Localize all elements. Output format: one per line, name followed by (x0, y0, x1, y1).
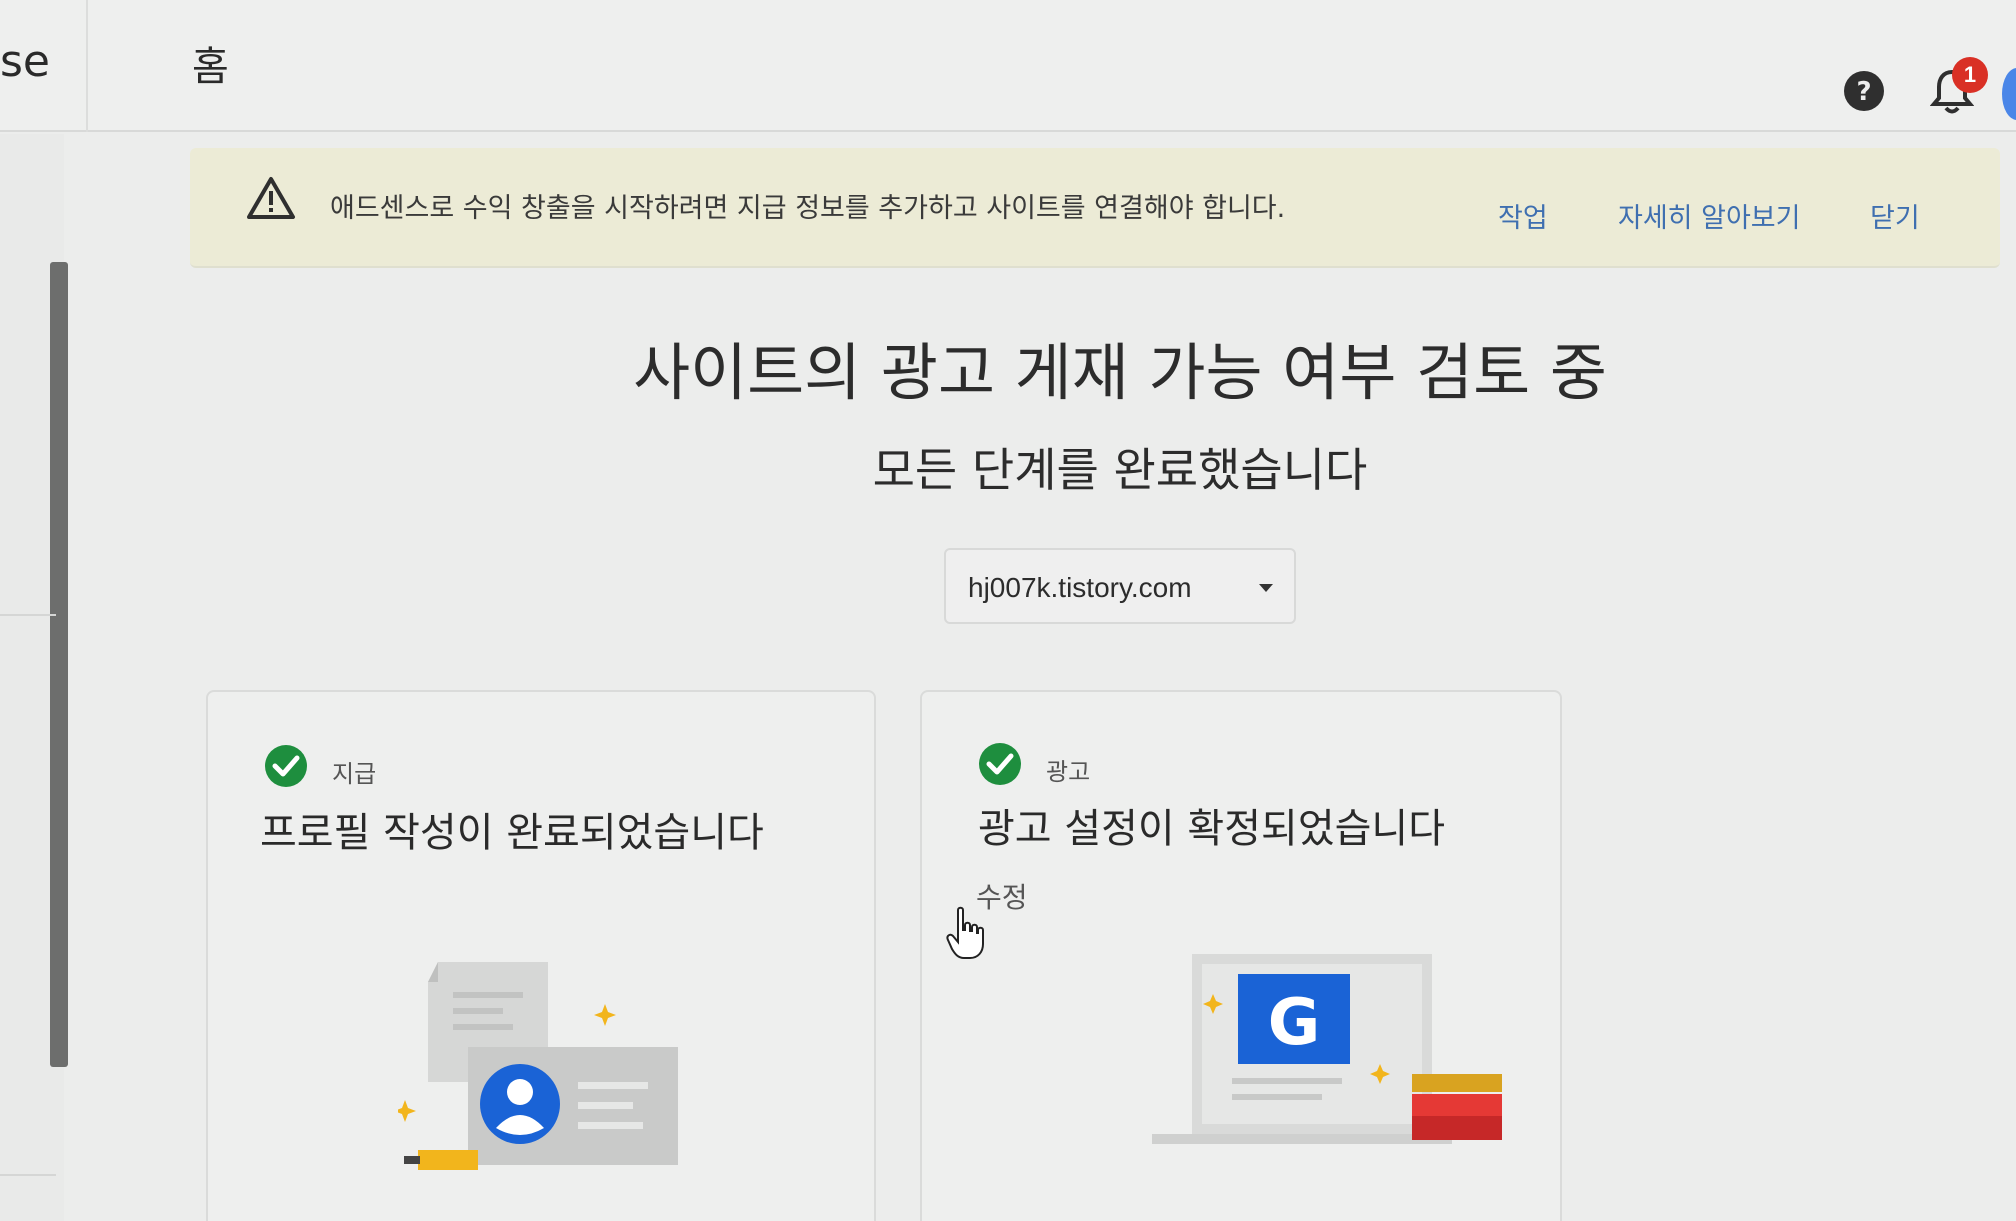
help-icon[interactable]: ? (1843, 70, 1885, 112)
check-circle-icon (979, 743, 1021, 785)
hand-cursor-icon (946, 906, 984, 959)
close-banner-button[interactable]: 닫기 (1870, 196, 1920, 235)
site-selector-value: hj007k.tistory.com (968, 572, 1192, 603)
nav-divider (0, 614, 56, 616)
product-logo-fragment[interactable]: se (0, 36, 50, 87)
svg-text:G: G (1268, 986, 1321, 1060)
profile-document-illustration (398, 962, 678, 1170)
banner-message: 애드센스로 수익 창출을 시작하려면 지급 정보를 추가하고 사이트를 연결해야… (330, 193, 1286, 224)
step-label: 지급 (332, 760, 377, 788)
ads-step-card: 광고 광고 설정이 확정되었습니다 수정 G (920, 690, 1562, 1221)
chevron-down-icon (1259, 584, 1273, 592)
completion-subheading: 모든 단계를 완료했습니다 (872, 443, 1368, 497)
notification-badge: 1 (1952, 57, 1988, 93)
check-circle-icon (265, 745, 307, 787)
page-title: 홈 (192, 44, 229, 90)
side-navigation (0, 134, 68, 1221)
review-status-heading: 사이트의 광고 게재 가능 여부 검토 중 (633, 336, 1607, 409)
payments-step-card: 지급 프로필 작성이 완료되었습니다 (206, 690, 876, 1221)
step-title: 프로필 작성이 완료되었습니다 (260, 810, 764, 856)
nav-divider (0, 1174, 56, 1176)
learn-more-link[interactable]: 자세히 알아보기 (1618, 196, 1800, 235)
topbar-divider (86, 0, 88, 132)
step-label: 광고 (1046, 758, 1091, 786)
google-ads-laptop-illustration: G (1152, 954, 1502, 1144)
site-selector[interactable]: hj007k.tistory.com (944, 548, 1296, 624)
warning-icon (247, 177, 295, 219)
avatar[interactable] (2002, 68, 2016, 120)
warning-banner: 애드센스로 수익 창출을 시작하려면 지급 정보를 추가하고 사이트를 연결해야… (190, 148, 2000, 268)
step-title: 광고 설정이 확정되었습니다 (978, 806, 1446, 852)
banner-action-link[interactable]: 작업 (1498, 196, 1548, 235)
adsense-home-page: se 홈 ? 1 애드센스로 수익 창출을 시작하려면 지급 정보를 추가하고 … (0, 0, 2016, 1221)
top-app-bar: se 홈 ? 1 (0, 0, 2016, 132)
svg-text:?: ? (1856, 77, 1871, 107)
